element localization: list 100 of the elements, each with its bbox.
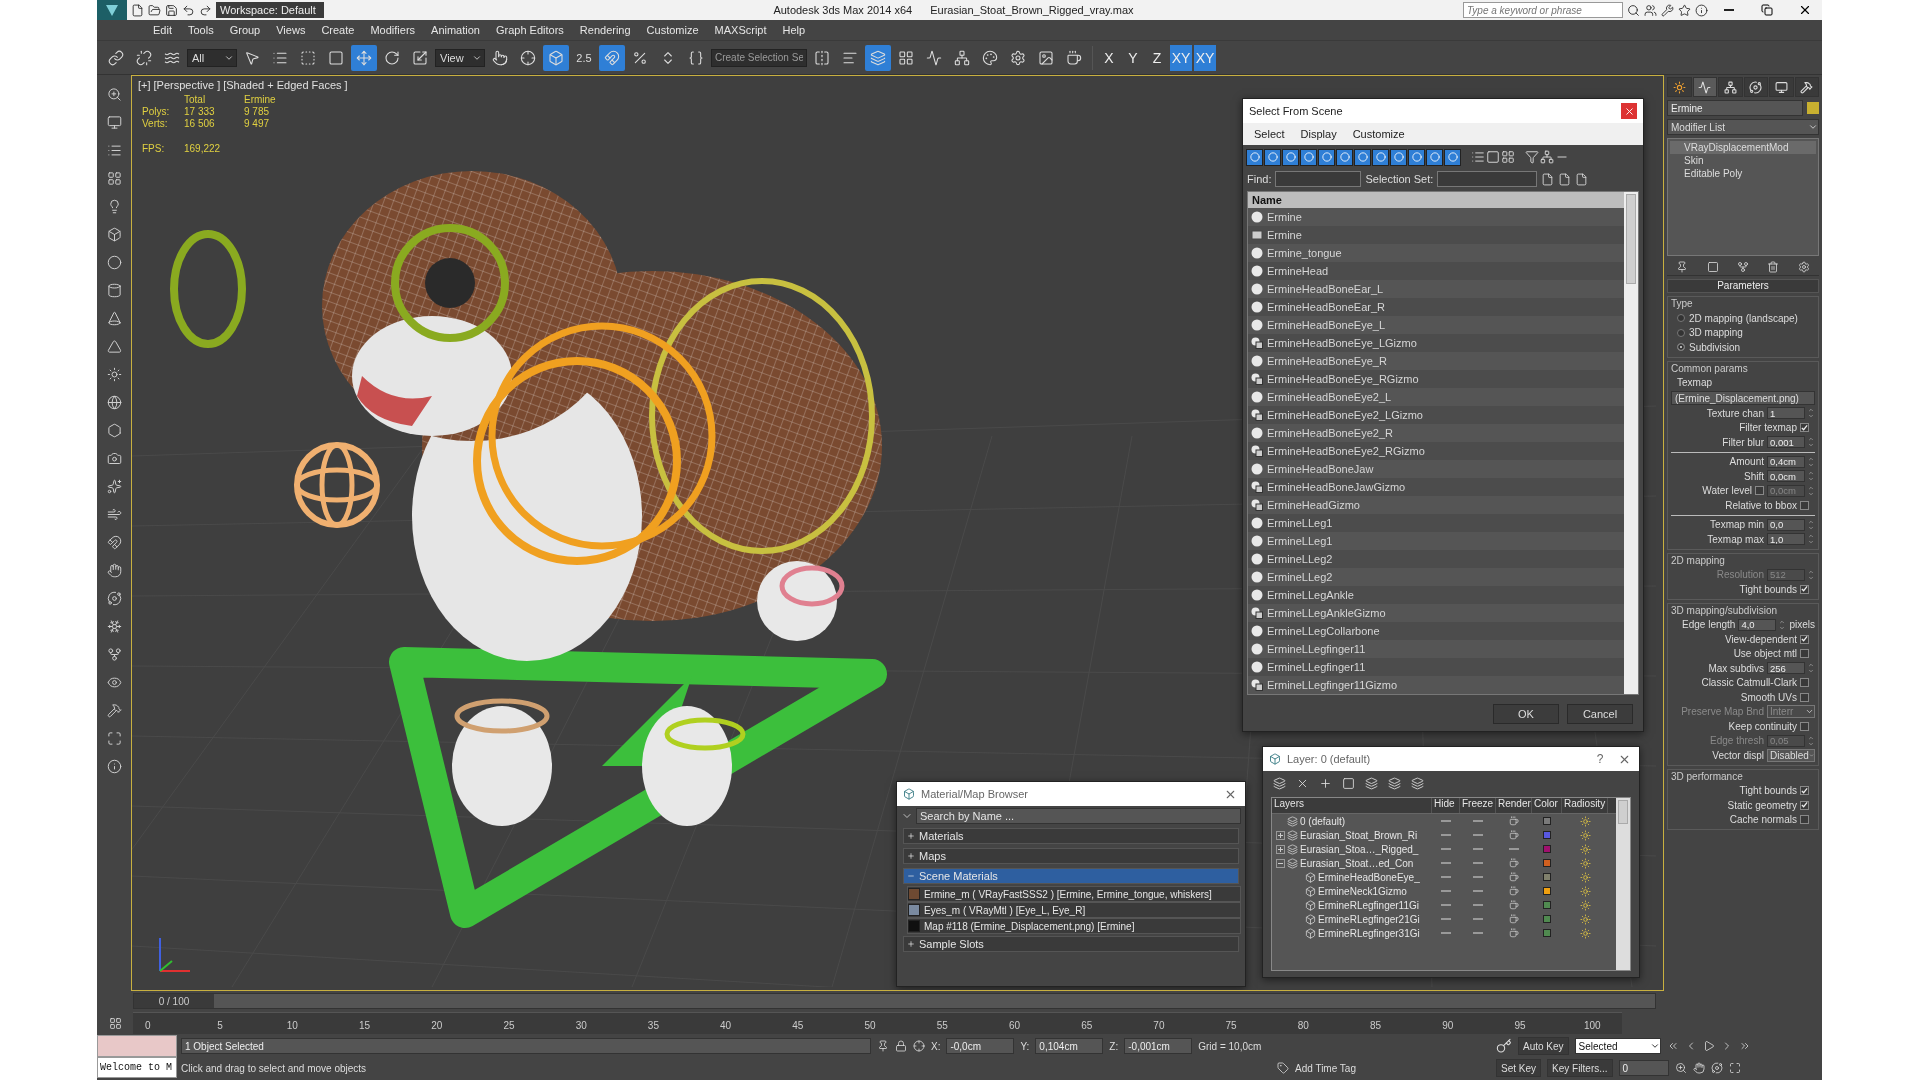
menu-item[interactable]: Graph Editors — [487, 24, 572, 36]
layer-name[interactable]: 0 (default) — [1300, 815, 1346, 827]
texmap-button[interactable]: (Ermine_Displacement.png) — [1671, 391, 1815, 405]
layer-name[interactable]: ErmineRLegfinger21Gi — [1318, 913, 1420, 925]
menu-item[interactable]: Create — [313, 24, 363, 36]
object-row[interactable]: ErmineLLegfinger11Gizmo — [1248, 676, 1624, 694]
menu-item[interactable]: Tools — [179, 24, 222, 36]
key-filters-button[interactable]: Key Filters... — [1547, 1059, 1613, 1077]
time-ruler[interactable]: 0 5 10 15 20 25 30 35 40 45 50 55 60 65 70 75 80 85 90 95 100 — [133, 1012, 1622, 1034]
toolbar-dropdown[interactable]: All — [187, 48, 237, 67]
coordinate-field[interactable]: -0,001cm — [1124, 1038, 1193, 1054]
rollout-header[interactable]: Parameters — [1667, 279, 1819, 293]
object-row[interactable]: ErmineHeadBoneEye_RGizmo — [1248, 370, 1624, 388]
layer-name[interactable]: ErmineRLegfinger11Gi — [1318, 899, 1419, 911]
object-row[interactable]: ErmineLLeg1 — [1248, 514, 1624, 532]
layer-name[interactable]: Eurasian_Stoat_Brown_Ri — [1300, 829, 1418, 841]
object-name-field[interactable]: Ermine — [1667, 100, 1803, 116]
material-row[interactable]: Eyes_m ( VRayMtl ) [Eye_L, Eye_R] — [907, 902, 1241, 918]
column-header[interactable]: Freeze — [1460, 798, 1496, 813]
toolbar-dropdown[interactable]: View — [435, 48, 485, 67]
dialog-button[interactable]: OK — [1493, 704, 1559, 724]
object-row[interactable]: ErmineLLegfinger11 — [1248, 658, 1624, 676]
axis-constraint-button[interactable]: XY — [1194, 44, 1216, 71]
modifier-stack-item[interactable]: Editable Poly — [1670, 167, 1816, 180]
column-header[interactable]: Radiosity — [1562, 798, 1608, 813]
section-header[interactable]: Sample Slots — [903, 936, 1239, 952]
material-row[interactable]: Map #118 (Ermine_Displacement.png) [Ermine] — [907, 918, 1241, 934]
spinner-field[interactable]: 0,001 — [1767, 436, 1805, 449]
help-button[interactable]: ? — [1591, 750, 1609, 768]
object-row[interactable]: ErmineHeadBoneEye2_RGizmo — [1248, 442, 1624, 460]
object-row[interactable]: ErmineHeadBoneJawGizmo — [1248, 478, 1624, 496]
object-row[interactable]: ErmineHeadBoneEar_R — [1248, 298, 1624, 316]
menu-item[interactable]: Help — [774, 24, 814, 36]
layer-name[interactable]: ErmineHeadBoneEye_ — [1318, 871, 1420, 883]
spinner-field[interactable]: 0,4cm — [1767, 455, 1805, 468]
menu-item[interactable]: Edit — [145, 24, 180, 36]
named-selection-field[interactable]: Create Selection Se — [711, 48, 807, 67]
menu-item[interactable]: Modifiers — [362, 24, 424, 36]
column-header[interactable]: Name — [1248, 192, 1624, 208]
workspace-dropdown[interactable]: Workspace: Default — [216, 2, 324, 18]
object-row[interactable]: ErmineHead — [1248, 262, 1624, 280]
viewport-label[interactable]: [+] — [138, 79, 151, 91]
object-row[interactable]: ErmineHeadBoneEye2_R — [1248, 424, 1624, 442]
object-row[interactable]: ErmineLLeg2 — [1248, 568, 1624, 586]
object-row[interactable]: ErmineLLeg1 — [1248, 532, 1624, 550]
time-slider-thumb[interactable]: 0 / 100 — [134, 994, 214, 1008]
menu-item[interactable]: Select — [1249, 128, 1290, 140]
spinner-field[interactable]: 256 — [1767, 662, 1805, 675]
column-header[interactable]: Color — [1532, 798, 1562, 813]
object-row[interactable]: Ermine — [1248, 226, 1624, 244]
modifier-list-dropdown[interactable]: Modifier List — [1667, 119, 1819, 135]
layer-name[interactable]: ErmineRLegfinger31Gi — [1318, 927, 1420, 939]
column-header[interactable]: Layers — [1272, 798, 1432, 813]
key-mode-dropdown[interactable]: Selected — [1574, 1038, 1661, 1054]
add-time-tag-label[interactable]: Add Time Tag — [1295, 1062, 1356, 1074]
object-row[interactable]: ErmineHeadBoneEar_L — [1248, 280, 1624, 298]
modifier-stack-item[interactable]: Skin — [1670, 154, 1816, 167]
object-row[interactable]: ErmineHeadGizmo — [1248, 496, 1624, 514]
object-row[interactable]: ErmineHeadBoneJaw — [1248, 460, 1624, 478]
search-field[interactable]: Search by Name ... — [916, 808, 1241, 824]
layer-name[interactable]: ErmineNeck1Gizmo — [1318, 885, 1407, 897]
axis-constraint-button[interactable]: XY — [1170, 44, 1192, 71]
modifier-stack-item[interactable]: VRayDisplacementMod — [1670, 141, 1816, 154]
menu-item[interactable]: Rendering — [571, 24, 639, 36]
object-row[interactable]: ErmineHeadBoneEye_L — [1248, 316, 1624, 334]
menu-item[interactable]: Animation — [423, 24, 488, 36]
spinner-field[interactable]: 1,0 — [1767, 533, 1805, 546]
viewport-label[interactable]: [Perspective ] — [153, 79, 221, 91]
spinner-field[interactable]: 0,0cm — [1767, 470, 1805, 483]
spinner-field[interactable]: 1 — [1767, 407, 1805, 420]
section-header[interactable]: Scene Materials — [903, 868, 1239, 884]
object-row[interactable]: ErmineLLegCollarbone — [1248, 622, 1624, 640]
section-header[interactable]: Maps — [903, 848, 1239, 864]
menu-item[interactable]: Display — [1295, 128, 1342, 140]
listener-field[interactable]: Welcome to M — [97, 1057, 177, 1078]
current-frame-field[interactable]: 0 — [1618, 1060, 1669, 1076]
object-row[interactable]: ErmineHeadBoneEye2_LGizmo — [1248, 406, 1624, 424]
snap-toggle-button[interactable]: 2.5 — [571, 44, 597, 71]
object-row[interactable]: ErmineLLeg2 — [1248, 550, 1624, 568]
object-row[interactable]: ErmineHeadBoneEye_R — [1248, 352, 1624, 370]
layer-name[interactable]: Eurasian_Stoa…_Rigged_ — [1300, 843, 1419, 855]
object-row[interactable]: Ermine_tongue — [1248, 244, 1624, 262]
menu-item[interactable]: Customize — [1347, 128, 1410, 140]
object-row[interactable]: ErmineLLegAnkle — [1248, 586, 1624, 604]
menu-item[interactable]: Views — [268, 24, 314, 36]
column-header[interactable]: Hide — [1432, 798, 1460, 813]
object-row[interactable]: ErmineHeadBoneEye_LGizmo — [1248, 334, 1624, 352]
coordinate-field[interactable]: 0,104cm — [1035, 1038, 1104, 1054]
object-row[interactable]: ErmineLLegfinger11 — [1248, 640, 1624, 658]
layer-name[interactable]: Eurasian_Stoat…ed_Con — [1300, 857, 1414, 869]
object-row[interactable]: Ermine — [1248, 208, 1624, 226]
axis-constraint-button[interactable]: X — [1098, 44, 1120, 71]
column-header[interactable]: Render — [1496, 798, 1532, 813]
object-row[interactable]: ErmineLLegAnkleGizmo — [1248, 604, 1624, 622]
auto-key-button[interactable]: Auto Key — [1518, 1037, 1569, 1055]
axis-constraint-button[interactable]: Z — [1146, 44, 1168, 71]
viewport-label[interactable]: [Shaded + Edged Faces ] — [223, 79, 348, 91]
section-header[interactable]: Materials — [903, 828, 1239, 844]
spinner-field[interactable]: 4,0 — [1738, 618, 1777, 631]
dropdown[interactable]: Disabled — [1767, 748, 1815, 762]
